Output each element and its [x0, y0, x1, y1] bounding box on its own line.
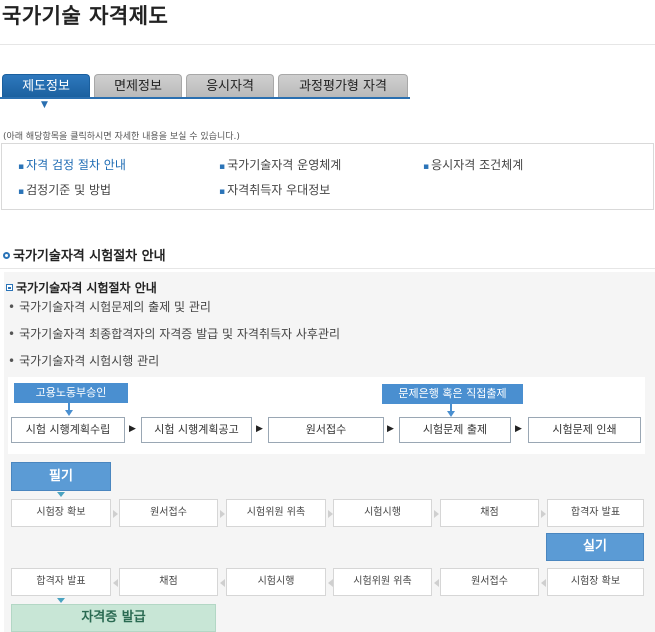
flow-step-application: 원서접수 [268, 417, 384, 443]
bullet-icon: ▪ [18, 162, 25, 172]
written-step: 시험위원 위촉 [226, 499, 326, 527]
arrow-right-icon [220, 510, 225, 518]
section-divider [0, 268, 655, 269]
sub-title: 국가기술자격 시험절차 안내 [6, 279, 157, 296]
bullet-icon: • [8, 354, 16, 368]
arrow-down-icon [57, 598, 65, 603]
arrow-left-icon [113, 579, 118, 587]
bullet-icon: ▪ [219, 187, 226, 197]
arrow-left-icon [220, 579, 225, 587]
arrow-right-icon: ▶ [387, 424, 394, 434]
menu-item-criteria-method[interactable]: ▪ 검정기준 및 방법 [18, 181, 111, 198]
approval-tag: 고용노동부승인 [14, 383, 128, 403]
tab-system-info[interactable]: 제도정보 [2, 74, 90, 98]
flow-step-announce: 시험 시행계획공고 [141, 417, 252, 443]
tab-underline [0, 97, 410, 99]
practical-step: 시험위원 위촉 [333, 568, 432, 596]
written-step: 채점 [440, 499, 539, 527]
menu-item-exam-procedure[interactable]: ▪ 자격 검정 절차 안내 [18, 156, 126, 173]
written-step: 합격자 발표 [547, 499, 644, 527]
arrow-right-icon: ▶ [256, 424, 263, 434]
practical-step: 시험시행 [226, 568, 326, 596]
arrow-left-icon [434, 579, 439, 587]
practical-exam-tag: 실기 [546, 533, 644, 561]
practical-step: 채점 [119, 568, 218, 596]
arrow-right-icon: ▶ [515, 424, 522, 434]
arrow-right-icon: ▶ [129, 424, 136, 434]
arrow-right-icon [541, 510, 546, 518]
menu-item-eligibility-system[interactable]: ▪ 응시자격 조건체계 [423, 156, 523, 173]
certificate-issue-tag: 자격증 발급 [11, 604, 216, 632]
hint-text: (아래 해당항목을 클릭하시면 자세한 내용을 보실 수 있습니다.) [3, 132, 240, 142]
bullet-icon: • [8, 327, 16, 341]
bullet-icon: ▪ [18, 187, 25, 197]
arrow-left-icon [541, 579, 546, 587]
tab-course-evaluation[interactable]: 과정평가형 자격 [278, 74, 408, 98]
flow-step-plan: 시험 시행계획수립 [11, 417, 125, 443]
section-title: 국가기술자격 시험절차 안내 [3, 245, 166, 264]
written-step: 시험장 확보 [11, 499, 111, 527]
question-bank-tag: 문제은행 혹은 직접출제 [382, 384, 523, 404]
bullet-icon: ▪ [423, 162, 430, 172]
written-exam-tag: 필기 [11, 462, 111, 491]
list-item: • 국가기술자격 시험시행 관리 [8, 354, 160, 368]
arrow-down-icon [65, 410, 73, 416]
arrow-right-icon [434, 510, 439, 518]
written-step: 시험시행 [333, 499, 432, 527]
arrow-right-icon [113, 510, 118, 518]
submenu-box [1, 143, 654, 210]
square-bullet-icon [6, 284, 13, 291]
tab-exemption-info[interactable]: 면제정보 [94, 74, 182, 98]
title-divider [0, 44, 655, 45]
tab-eligibility[interactable]: 응시자격 [186, 74, 274, 98]
flow-step-print: 시험문제 인쇄 [528, 417, 641, 443]
list-item: • 국가기술자격 최종합격자의 자격증 발급 및 자격취득자 사후관리 [8, 327, 341, 341]
bullet-icon: • [8, 300, 16, 314]
practical-step: 원서접수 [440, 568, 539, 596]
arrow-down-icon [57, 492, 65, 497]
flow-step-question: 시험문제 출제 [399, 417, 511, 443]
circle-bullet-icon [3, 252, 10, 259]
written-step: 원서접수 [119, 499, 218, 527]
page-title: 국가기술 자격제도 [2, 4, 169, 28]
menu-item-operation-system[interactable]: ▪ 국가기술자격 운영체계 [219, 156, 341, 173]
chevron-down-icon: ▼ [41, 100, 48, 110]
practical-step: 시험장 확보 [547, 568, 644, 596]
menu-item-holder-benefits[interactable]: ▪ 자격취득자 우대정보 [219, 181, 330, 198]
bullet-icon: ▪ [219, 162, 226, 172]
practical-step: 합격자 발표 [11, 568, 111, 596]
list-item: • 국가기술자격 시험문제의 출제 및 관리 [8, 300, 211, 314]
